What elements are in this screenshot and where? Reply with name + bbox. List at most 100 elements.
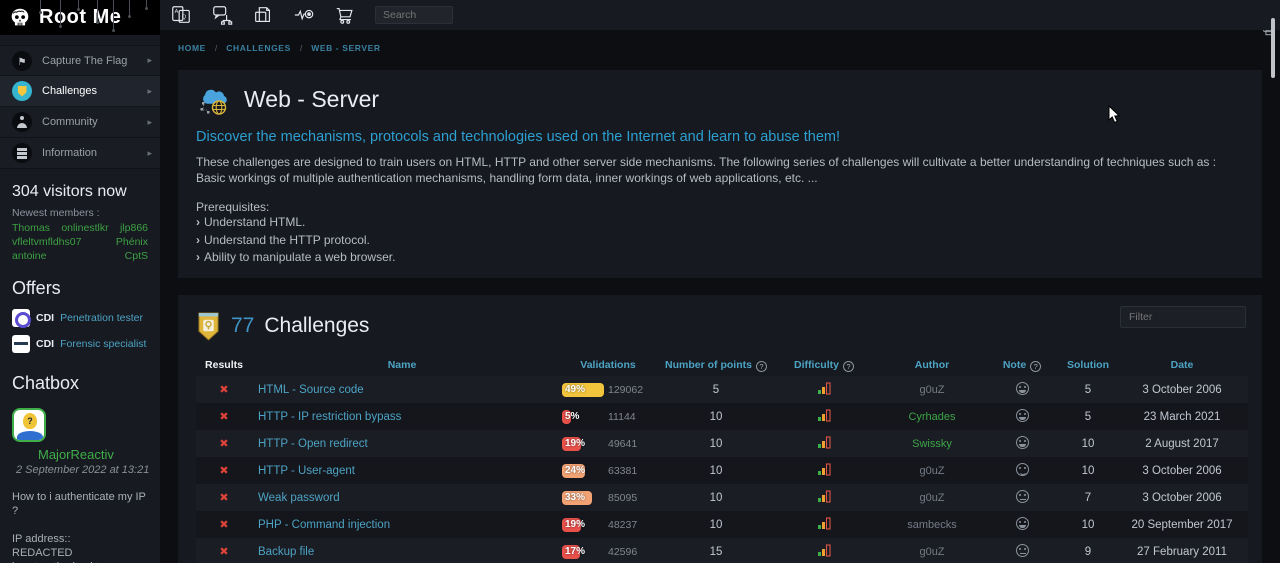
column-header[interactable]: Number of points? — [664, 354, 768, 376]
column-header[interactable]: Name — [252, 354, 552, 376]
challenge-link[interactable]: HTML - Source code — [258, 384, 364, 396]
not-validated-icon: ✖ — [219, 411, 228, 423]
difficulty-bars-icon — [817, 494, 831, 506]
validations-count: 129062 — [608, 384, 643, 396]
table-row: ✖ HTTP - User-agent 24% 63381 10 — [196, 457, 1248, 484]
prerequisite-item: ›Understand HTML. — [196, 214, 1244, 232]
chevron-right-icon: ▸ — [147, 117, 152, 128]
challenge-link[interactable]: Weak password — [258, 492, 340, 504]
author-link[interactable]: sambecks — [907, 519, 957, 531]
challenge-link[interactable]: PHP - Command injection — [258, 519, 390, 531]
challenge-link[interactable]: HTTP - Open redirect — [258, 438, 368, 450]
member-link[interactable]: onlinestlkr — [61, 222, 108, 234]
date-value: 3 October 2006 — [1116, 376, 1248, 403]
member-link[interactable]: Thomas — [12, 222, 50, 234]
sidebar-item-challenges[interactable]: Challenges ▸ — [0, 76, 160, 107]
validation-badge: 5% — [562, 410, 604, 424]
page-title: Web - Server — [244, 86, 379, 113]
member-link[interactable]: CptS — [125, 250, 148, 262]
sidebar-item-community[interactable]: Community ▸ — [0, 107, 160, 138]
hanging-string-decoration — [146, 0, 147, 8]
solution-count: 10 — [1060, 430, 1116, 457]
page-subtitle: Discover the mechanisms, protocols and t… — [196, 129, 1244, 145]
breadcrumb-separator: / — [215, 43, 217, 53]
breadcrumb-item[interactable]: CHALLENGES — [226, 43, 291, 53]
filter-input[interactable] — [1120, 306, 1246, 328]
offer-link[interactable]: Penetration tester — [60, 312, 143, 324]
avatar[interactable]: ? — [12, 408, 46, 442]
column-header[interactable]: Date — [1116, 354, 1248, 376]
chevron-right-icon: ▸ — [147, 148, 152, 159]
chat-network-icon[interactable] — [211, 4, 233, 26]
cart-icon[interactable] — [334, 4, 356, 26]
difficulty-bars-icon — [817, 521, 831, 533]
challenge-shield-icon — [196, 311, 221, 342]
points-value: 10 — [664, 403, 768, 430]
breadcrumb-separator: / — [300, 43, 302, 53]
note-face-icon — [1016, 436, 1029, 449]
column-header[interactable]: Author — [880, 354, 984, 376]
newest-members-label: Newest members : — [0, 205, 160, 222]
column-header[interactable]: Solution — [1060, 354, 1116, 376]
column-header[interactable]: Note? — [984, 354, 1060, 376]
chat-username-link[interactable]: MajorReactiv — [38, 447, 160, 462]
help-icon[interactable]: ? — [1030, 361, 1041, 372]
table-row: ✖ PHP - Command injection 19% 48237 10 — [196, 511, 1248, 538]
author-link[interactable]: g0uZ — [919, 465, 944, 477]
member-link[interactable]: vfleltvmfldhs07 — [12, 236, 81, 248]
member-link[interactable]: Phénix — [116, 236, 148, 248]
table-header-row: ResultsNameValidationsNumber of points?D… — [196, 354, 1248, 376]
challenge-link[interactable]: HTTP - IP restriction bypass — [258, 411, 401, 423]
flag-icon — [18, 52, 27, 70]
challenge-link[interactable]: HTTP - User-agent — [258, 465, 355, 477]
points-value: 5 — [664, 376, 768, 403]
visitors-heading: 304 visitors now — [0, 169, 160, 205]
qa-cards-icon[interactable]: A Q — [170, 4, 192, 26]
sidebar-item-capture-the-flag[interactable]: Capture The Flag ▸ — [0, 45, 160, 76]
table-row: ✖ Weak password 33% 85095 10 — [196, 484, 1248, 511]
author-link[interactable]: Cyrhades — [908, 411, 955, 423]
sidebar-item-information[interactable]: Information ▸ — [0, 138, 160, 169]
topbar: A Q — [160, 0, 1280, 30]
not-validated-icon: ✖ — [219, 519, 228, 531]
member-link[interactable]: antoine — [12, 250, 46, 262]
challenges-panel: 77 Challenges ResultsNameValidationsNumb… — [178, 295, 1262, 563]
column-header[interactable]: Difficulty? — [768, 354, 880, 376]
difficulty-bars-icon — [817, 548, 831, 560]
author-link[interactable]: g0uZ — [919, 546, 944, 558]
prerequisite-item: ›Understand the HTTP protocol. — [196, 232, 1244, 250]
pulse-target-icon[interactable] — [293, 4, 315, 26]
challenge-link[interactable]: Backup file — [258, 546, 314, 558]
author-link[interactable]: g0uZ — [919, 384, 944, 396]
column-header[interactable]: Results — [196, 354, 252, 376]
solution-count: 9 — [1060, 538, 1116, 563]
breadcrumb-item[interactable]: WEB - SERVER — [311, 43, 380, 53]
solution-count: 10 — [1060, 457, 1116, 484]
author-link[interactable]: g0uZ — [919, 492, 944, 504]
page-description: These challenges are designed to train u… — [196, 154, 1244, 186]
column-header[interactable]: Validations — [552, 354, 664, 376]
offers-list: CDI Penetration tester CDI Forensic spec… — [0, 305, 160, 357]
help-icon[interactable]: ? — [843, 361, 854, 372]
validations-count: 48237 — [608, 519, 637, 531]
points-value: 10 — [664, 511, 768, 538]
logo[interactable]: Root Me — [0, 0, 160, 35]
member-link[interactable]: jlp866 — [120, 222, 148, 234]
author-link[interactable]: Swissky — [912, 438, 952, 450]
solution-count: 7 — [1060, 484, 1116, 511]
note-face-icon — [1016, 517, 1029, 530]
sidebar: Root Me Capture The Flag ▸ Challenges ▸ … — [0, 0, 160, 563]
scrollbar-thumb[interactable] — [1271, 18, 1275, 78]
breadcrumb-item[interactable]: HOME — [178, 43, 206, 53]
search-input[interactable] — [375, 6, 453, 24]
help-icon[interactable]: ? — [756, 361, 767, 372]
note-face-icon — [1016, 382, 1029, 395]
table-row: ✖ HTTP - Open redirect 19% 49641 10 — [196, 430, 1248, 457]
documents-icon[interactable] — [252, 4, 274, 26]
skull-logo-icon — [8, 6, 32, 30]
offer-link[interactable]: Forensic specialist — [60, 338, 146, 350]
note-face-icon — [1016, 463, 1029, 476]
not-validated-icon: ✖ — [219, 438, 228, 450]
offer-item: CDI Penetration tester — [0, 305, 160, 331]
arrow-bullet-icon: › — [196, 215, 200, 229]
